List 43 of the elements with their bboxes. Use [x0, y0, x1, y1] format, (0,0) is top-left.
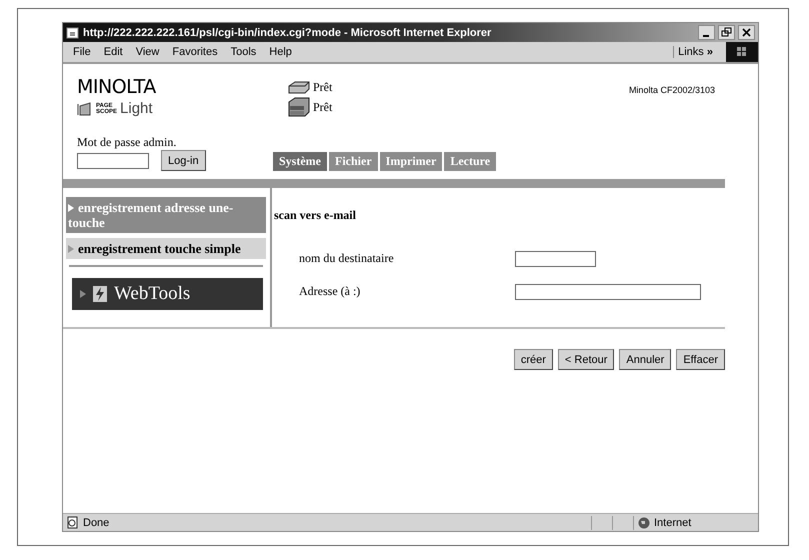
menu-item[interactable]: File [73, 46, 91, 58]
arrow-icon [80, 290, 86, 298]
action-button[interactable]: < Retour [558, 349, 614, 370]
login-button[interactable]: Log-in [161, 150, 206, 171]
product-name: Light [120, 100, 153, 117]
device-status: Prêt [313, 80, 332, 94]
action-button[interactable]: Effacer [676, 349, 725, 370]
webtools-banner[interactable]: WebTools [72, 278, 263, 310]
menu-item[interactable]: Edit [104, 46, 123, 58]
device-status: Prêt [313, 100, 332, 114]
pagescope-icon [77, 102, 93, 116]
arrow-icon [68, 245, 74, 253]
sidebar-item[interactable]: enregistrement touche simple [66, 238, 266, 259]
action-button[interactable]: créer [514, 349, 553, 370]
menu-item[interactable]: View [136, 46, 160, 58]
printer-icon [287, 80, 311, 94]
scanner-icon [287, 97, 311, 117]
browser-icon [66, 26, 80, 40]
restore-icon[interactable] [718, 25, 735, 40]
field-label: nom du destinataire [299, 251, 395, 266]
lightning-icon [93, 286, 107, 302]
close-icon[interactable] [738, 25, 755, 40]
password-label: Mot de passe admin. [77, 135, 178, 150]
arrow-icon [68, 204, 74, 212]
form-title: scan vers e-mail [274, 208, 357, 223]
text-field[interactable] [515, 250, 596, 266]
menu-item[interactable]: Help [269, 46, 292, 58]
globe-icon [638, 516, 650, 528]
password-field[interactable] [77, 152, 149, 168]
zone-text: Internet [654, 516, 692, 528]
nav-tab[interactable]: Système [273, 152, 327, 171]
field-label: Adresse (à :) [299, 284, 362, 299]
links-button[interactable]: Links » [673, 46, 713, 58]
model-name: Minolta CF2002/3103 [628, 85, 715, 97]
brand-logo: MINOLTA [77, 77, 157, 97]
minimize-icon[interactable] [698, 25, 715, 40]
menu-item[interactable]: Tools [230, 46, 256, 58]
window-title: http://222.222.222.161/psl/cgi-bin/index.cgi?mode - Microsoft Internet Explorer [83, 26, 492, 38]
menu-item[interactable]: Favorites [172, 46, 218, 58]
status-text: Done [82, 516, 110, 528]
page-icon [66, 516, 80, 529]
action-button[interactable]: Annuler [619, 349, 672, 370]
text-field[interactable] [515, 284, 701, 300]
